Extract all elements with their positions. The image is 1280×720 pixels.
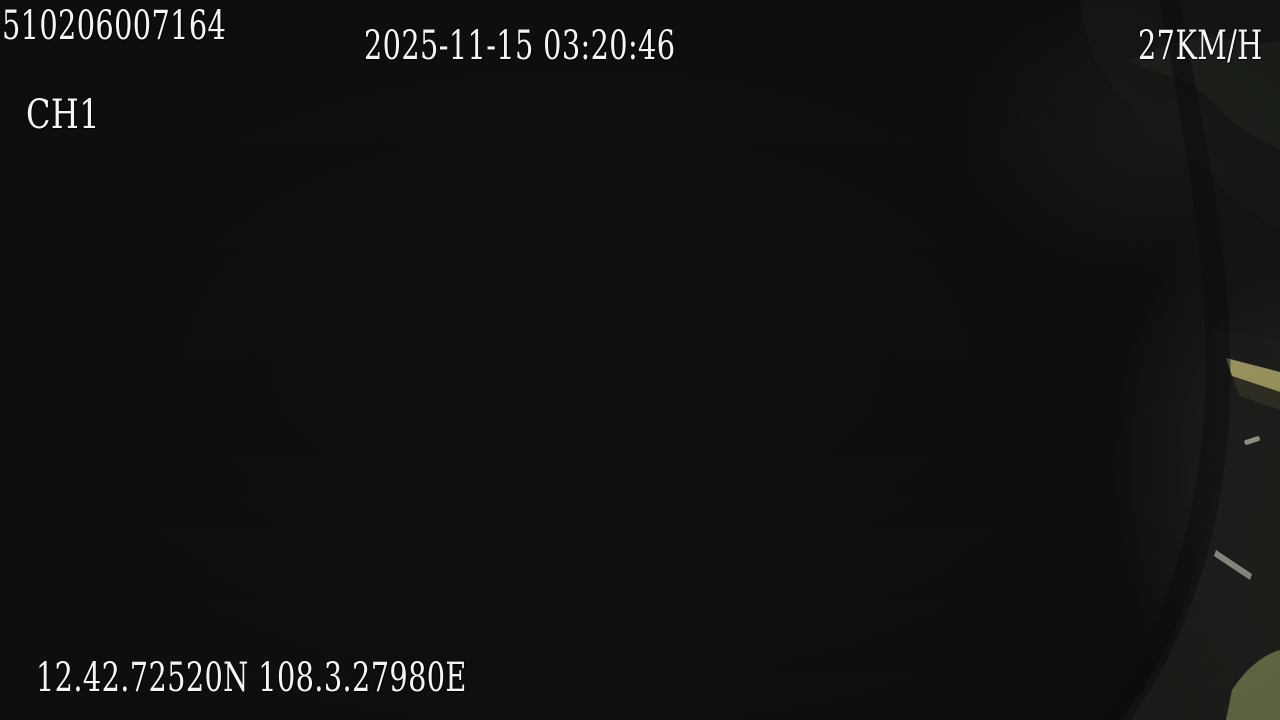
timestamp-label: 2025-11-15 03:20:46 xyxy=(364,23,676,69)
night-road-scene xyxy=(0,0,1280,720)
device-id-label: 510206007164 xyxy=(2,3,227,49)
gps-coordinates-label: 12.42.72520N 108.3.27980E xyxy=(36,655,467,701)
channel-label: CH1 xyxy=(26,92,100,138)
speed-label: 27KM/H xyxy=(1138,23,1263,69)
camera-frame: 510206007164 2025-11-15 03:20:46 27KM/H … xyxy=(0,0,1280,720)
